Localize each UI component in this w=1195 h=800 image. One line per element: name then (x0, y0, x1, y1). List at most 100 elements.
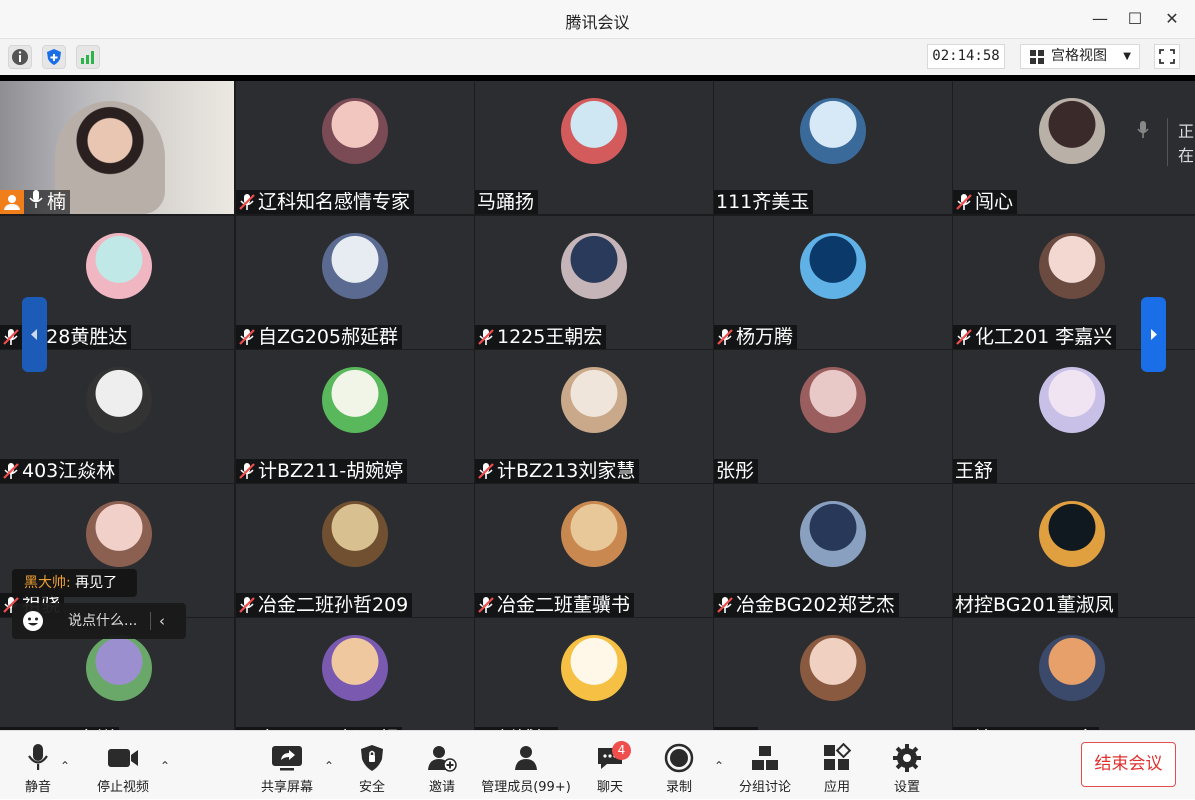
record-icon (664, 743, 694, 773)
share-screen-button[interactable]: 共享屏幕 (256, 731, 318, 800)
settings-button[interactable]: 设置 (887, 731, 927, 800)
chat-notification[interactable]: 黑大帅: 再见了 (12, 569, 137, 597)
security-button[interactable]: 安全 (352, 731, 392, 800)
grid-icon (1030, 50, 1044, 64)
participant-tile[interactable]: 楠 (0, 81, 234, 214)
participant-tile[interactable]: 自ZG217杨国超 (236, 618, 474, 730)
avatar (322, 367, 388, 433)
avatar (1039, 635, 1105, 701)
participant-tile[interactable]: 刘博扬 (475, 618, 713, 730)
participant-tile[interactable]: 1225王朝宏 (475, 216, 713, 349)
participant-name-tag: 张彤 (714, 459, 759, 483)
participant-tile[interactable]: 冶金BG202郑艺杰 (714, 484, 952, 617)
breakout-rooms-button[interactable]: 分组讨论 (736, 731, 794, 800)
avatar (322, 635, 388, 701)
chat-quick-input[interactable]: 说点什么... ‹ (12, 603, 186, 639)
participant-tile[interactable]: 马踊扬 (475, 81, 713, 214)
host-icon (0, 190, 24, 214)
participant-tile[interactable]: 自ZG205郝延群 (236, 216, 474, 349)
fullscreen-icon (1159, 49, 1175, 64)
participant-tile[interactable]: 张彤 (714, 350, 952, 483)
avatar (86, 367, 152, 433)
video-options-chevron-icon[interactable]: ⌃ (160, 759, 170, 773)
collapse-chevron-icon[interactable]: ‹ (159, 603, 165, 639)
stop-video-label: 停止视频 (96, 780, 149, 795)
participant-name-tag: 化工201 李嘉兴 (953, 325, 1117, 349)
participant-tile[interactable]: 冶金二班孙哲209 (236, 484, 474, 617)
bottom-control-bar: 静音 ⌃ 停止视频 ⌃ 共享屏幕 ⌃ 安全 邀请 管理成员(99+) 聊天 4 … (0, 730, 1195, 799)
chat-sender: 黑大帅: (24, 575, 71, 591)
record-options-chevron-icon[interactable]: ⌃ (714, 759, 724, 773)
info-icon[interactable] (8, 45, 32, 69)
security-shield-icon[interactable] (42, 45, 66, 69)
avatar (1039, 367, 1105, 433)
chat-message: 再见了 (75, 575, 118, 591)
muted-microphone-icon (955, 193, 973, 211)
manage-members-button[interactable]: 管理成员(99+) (478, 731, 574, 800)
share-options-chevron-icon[interactable]: ⌃ (324, 759, 334, 773)
participant-name: 张彤 (716, 460, 755, 482)
title-bar: 腾讯会议 — ☐ ✕ (0, 0, 1195, 38)
record-button[interactable]: 录制 (659, 731, 699, 800)
chat-unread-badge: 4 (612, 741, 631, 760)
top-toolbar (0, 38, 1195, 75)
participant-name: 闯心 (975, 191, 1014, 213)
signal-icon[interactable] (76, 45, 100, 69)
shield-icon (361, 745, 383, 771)
audio-options-chevron-icon[interactable]: ⌃ (60, 759, 70, 773)
invite-button[interactable]: 邀请 (422, 731, 462, 800)
fullscreen-button[interactable] (1154, 44, 1180, 69)
participant-tile[interactable]: ... (714, 618, 952, 730)
minimize-icon[interactable]: — (1087, 6, 1113, 32)
participant-tile[interactable]: 杨万腾 (714, 216, 952, 349)
participant-name: 403江焱林 (22, 460, 116, 482)
speaker-panel[interactable]: 正在 (1118, 104, 1195, 166)
participant-tile[interactable]: 祖骁 (0, 484, 234, 617)
participant-tile[interactable]: 材控BG201董淑凤 (953, 484, 1195, 617)
avatar (86, 635, 152, 701)
participant-tile[interactable]: 冶金二班董骥书 (475, 484, 713, 617)
view-mode-dropdown[interactable]: 宫格视图 ▼ (1020, 44, 1140, 69)
share-screen-icon (272, 746, 302, 771)
close-icon[interactable]: ✕ (1159, 6, 1185, 32)
participant-tile[interactable]: 辽科知名感情专家 (236, 81, 474, 214)
participant-tile[interactable]: 111齐美玉 (714, 81, 952, 214)
participant-name: 辽科知名感情专家 (258, 191, 411, 213)
participant-name: 计BZ211-胡婉婷 (258, 460, 404, 482)
avatar (800, 367, 866, 433)
avatar (322, 98, 388, 164)
mute-button[interactable]: 静音 (14, 731, 62, 800)
participant-name: 冶金BG202郑艺杰 (736, 594, 895, 616)
chevron-down-icon: ▼ (1123, 51, 1131, 62)
muted-microphone-icon (238, 193, 256, 211)
stop-video-button[interactable]: 停止视频 (90, 731, 156, 800)
avatar (561, 635, 627, 701)
muted-microphone-icon (2, 328, 20, 346)
avatar (322, 501, 388, 567)
apps-label: 应用 (823, 780, 850, 795)
view-mode-label: 宫格视图 (1051, 48, 1107, 64)
avatar (561, 501, 627, 567)
video-feed (55, 101, 165, 214)
avatar (561, 367, 627, 433)
participant-name: 冶金二班孙哲209 (258, 594, 409, 616)
gear-icon (893, 744, 921, 772)
apps-icon (824, 743, 852, 770)
participant-name-tag: 自ZG205郝延群 (236, 325, 403, 349)
participant-tile[interactable]: 环境BG212屈鑫 (953, 618, 1195, 730)
apps-button[interactable]: 应用 (817, 731, 857, 800)
add-user-icon (428, 746, 457, 772)
muted-microphone-icon (238, 596, 256, 614)
prev-page-button[interactable] (22, 297, 47, 372)
maximize-icon[interactable]: ☐ (1122, 6, 1148, 32)
next-page-button[interactable] (1141, 297, 1166, 372)
breakout-rooms-label: 分组讨论 (738, 780, 791, 795)
participant-tile[interactable]: 计BZ213刘家慧 (475, 350, 713, 483)
participant-name-tag: 1228黄胜达 (0, 325, 132, 349)
participant-tile[interactable]: 计BZ211-胡婉婷 (236, 350, 474, 483)
end-meeting-button[interactable]: 结束会议 (1081, 742, 1176, 787)
participant-name-tag: 计BZ211-胡婉婷 (236, 459, 408, 483)
emoji-icon[interactable] (22, 610, 44, 632)
participant-name: 自ZG205郝延群 (258, 326, 399, 348)
participant-name: 楠 (47, 191, 67, 213)
